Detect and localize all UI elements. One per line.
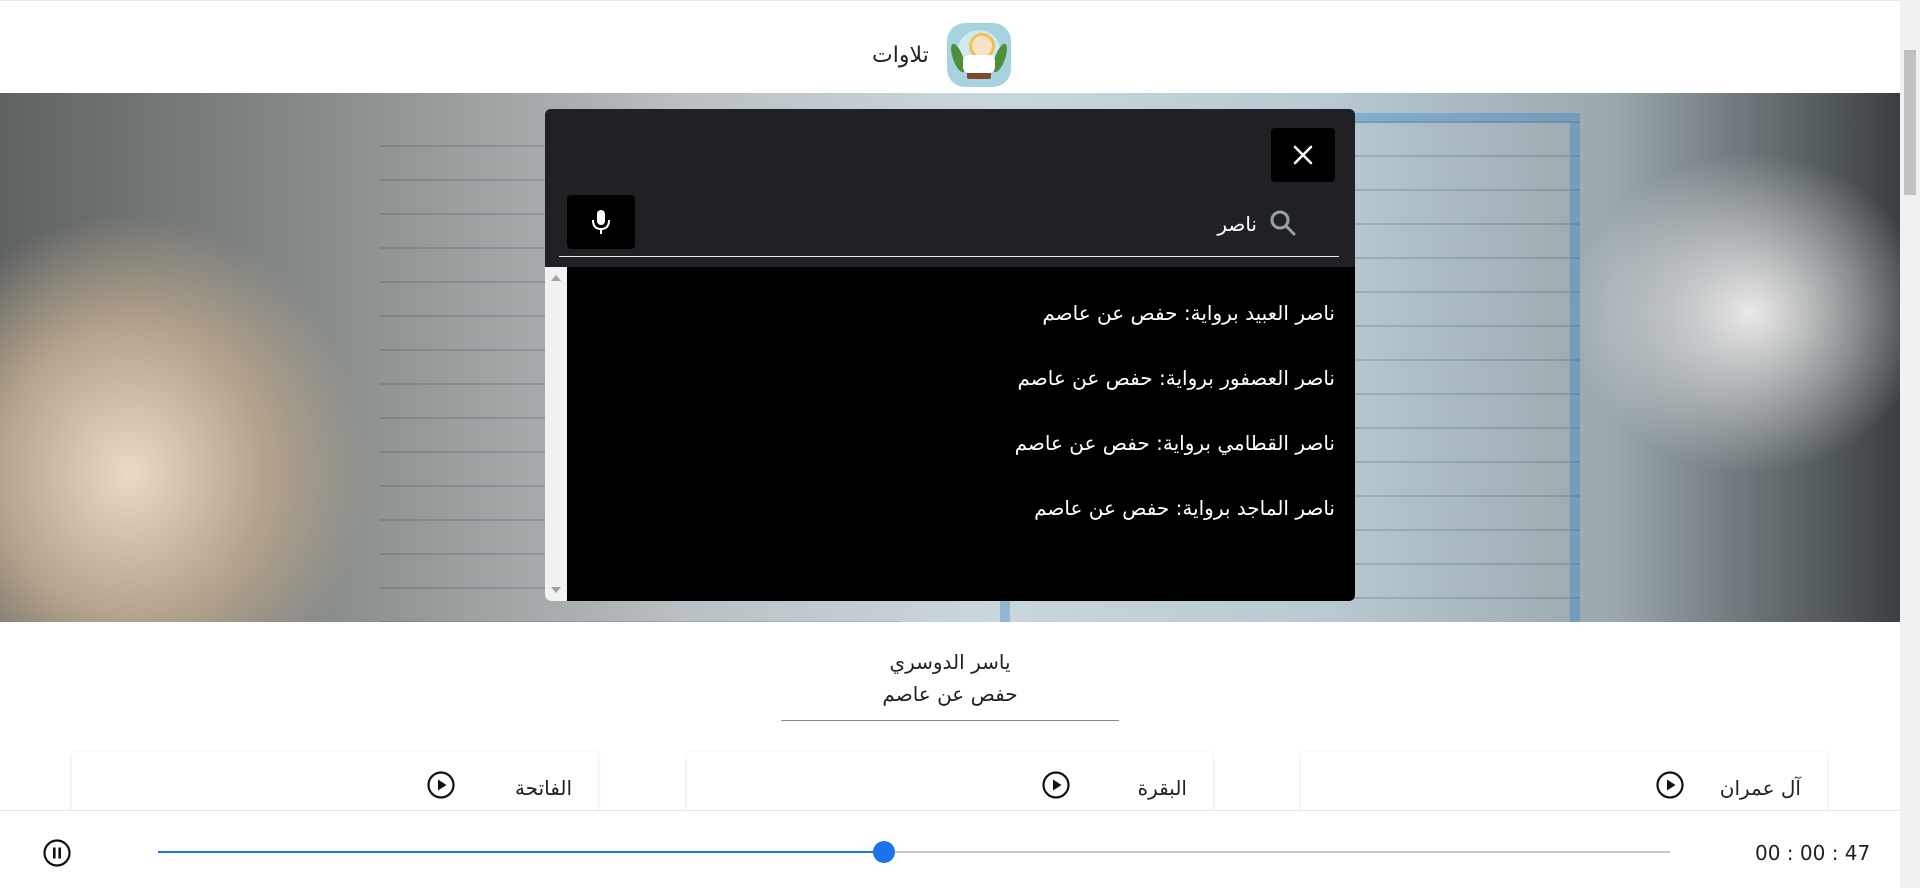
reciter-name: ياسر الدوسري xyxy=(889,650,1011,674)
audio-player: 00 : 00 : 47 xyxy=(0,810,1900,889)
search-overlay: ناصر العبيد برواية: حفص عن عاصم ناصر الع… xyxy=(545,109,1355,601)
close-icon xyxy=(1293,145,1313,165)
search-result-item[interactable]: ناصر العصفور برواية: حفص عن عاصم xyxy=(567,346,1355,411)
search-result-item[interactable]: ناصر الماجد برواية: حفص عن عاصم xyxy=(567,476,1355,541)
microphone-icon xyxy=(592,210,610,234)
quran-logo-icon[interactable] xyxy=(946,23,1011,87)
search-input[interactable] xyxy=(655,201,1259,247)
brand-name[interactable]: تلاوات xyxy=(872,43,929,68)
surah-card-al-imran[interactable]: آل عمران xyxy=(1301,752,1827,812)
voice-search-button[interactable] xyxy=(567,195,635,249)
results-scrollbar[interactable] xyxy=(545,267,567,601)
progress-slider[interactable] xyxy=(158,841,1670,863)
surah-card-baqara[interactable]: البقرة xyxy=(687,752,1213,812)
reciter-divider xyxy=(781,720,1119,721)
surah-title: الفاتحة xyxy=(514,776,572,800)
search-result-item[interactable]: ناصر القطامي برواية: حفص عن عاصم xyxy=(567,411,1355,476)
progress-fill xyxy=(158,851,884,853)
search-results-list: ناصر العبيد برواية: حفص عن عاصم ناصر الع… xyxy=(567,267,1355,601)
scroll-down-arrow-icon[interactable] xyxy=(551,587,561,593)
surah-card-fatiha[interactable]: الفاتحة xyxy=(72,752,598,812)
scroll-up-arrow-icon[interactable] xyxy=(551,275,561,281)
play-icon[interactable] xyxy=(426,770,456,800)
page-scrollbar-thumb[interactable] xyxy=(1904,50,1916,195)
reciter-info: ياسر الدوسري حفص عن عاصم xyxy=(0,646,1900,721)
search-underline xyxy=(559,256,1339,257)
search-result-item[interactable]: ناصر العبيد برواية: حفص عن عاصم xyxy=(567,281,1355,346)
play-icon[interactable] xyxy=(1655,770,1685,800)
page-scrollbar[interactable] xyxy=(1900,0,1920,888)
search-bar-area xyxy=(545,109,1355,267)
surah-title: آل عمران xyxy=(1719,776,1801,800)
pause-icon[interactable] xyxy=(42,838,72,868)
site-header: تلاوات xyxy=(0,0,1900,94)
elapsed-time: 00 : 00 : 47 xyxy=(1755,841,1871,865)
play-icon[interactable] xyxy=(1041,770,1071,800)
close-button[interactable] xyxy=(1271,128,1335,182)
brand[interactable]: تلاوات xyxy=(872,23,1011,87)
surah-title: البقرة xyxy=(1137,776,1187,800)
search-icon xyxy=(1270,210,1296,236)
progress-knob[interactable] xyxy=(872,841,895,863)
reciter-narration: حفص عن عاصم xyxy=(882,682,1018,706)
